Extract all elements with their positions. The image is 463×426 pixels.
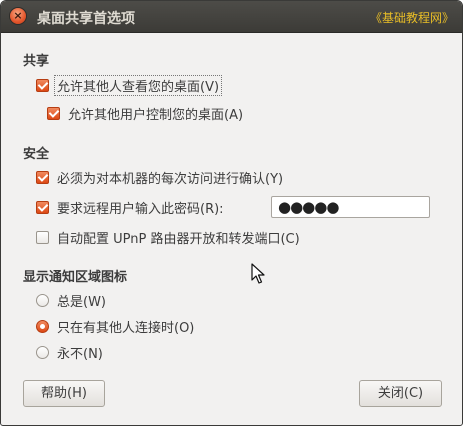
notify-always-radio-row[interactable]: 总是(W)	[36, 290, 106, 310]
notify-connected-radio[interactable]	[36, 319, 49, 333]
require-password-label: 要求远程用户输入此密码(R):	[57, 201, 224, 217]
notify-always-radio[interactable]	[36, 293, 49, 307]
upnp-label: 自动配置 UPnP 路由器开放和转发端口(C)	[57, 231, 300, 247]
window-close-button[interactable]: ×	[10, 8, 26, 24]
password-input[interactable]: ●●●●●	[271, 196, 430, 218]
sharing-heading: 共享	[23, 54, 50, 69]
notify-connected-label: 只在有其他人连接时(O)	[57, 320, 195, 336]
require-password-checkbox-row[interactable]: 要求远程用户输入此密码(R):	[36, 197, 224, 217]
allow-view-label: 允许其他人查看您的桌面(V)	[54, 74, 223, 96]
upnp-checkbox[interactable]	[36, 230, 49, 244]
notification-heading: 显示通知区域图标	[23, 270, 128, 285]
watermark-text: 《基础教程网》	[369, 11, 454, 25]
require-password-checkbox[interactable]	[36, 200, 49, 214]
notify-never-radio-row[interactable]: 永不(N)	[36, 342, 103, 362]
notify-connected-radio-row[interactable]: 只在有其他人连接时(O)	[36, 316, 194, 336]
allow-control-label: 允许其他用户控制您的桌面(A)	[68, 107, 244, 123]
notify-always-label: 总是(W)	[57, 294, 106, 310]
allow-view-checkbox[interactable]	[36, 78, 49, 92]
allow-view-checkbox-row[interactable]: 允许其他人查看您的桌面(V)	[36, 74, 223, 96]
confirm-each-checkbox[interactable]	[36, 170, 49, 184]
title-bar: × 桌面共享首选项 《基础教程网》	[1, 1, 462, 33]
close-button[interactable]: 关闭(C)	[359, 380, 442, 407]
security-heading: 安全	[23, 147, 50, 162]
confirm-each-label: 必须为对本机器的每次访问进行确认(Y)	[57, 171, 284, 187]
notify-never-radio[interactable]	[36, 345, 49, 359]
notify-never-label: 永不(N)	[57, 346, 103, 362]
mouse-pointer-icon	[251, 263, 265, 284]
window-title: 桌面共享首选项	[37, 11, 135, 27]
preferences-window: × 桌面共享首选项 《基础教程网》 共享 允许其他人查看您的桌面(V) 允许其他…	[0, 0, 463, 426]
allow-control-checkbox-row[interactable]: 允许其他用户控制您的桌面(A)	[47, 103, 243, 123]
confirm-each-checkbox-row[interactable]: 必须为对本机器的每次访问进行确认(Y)	[36, 167, 283, 187]
help-button[interactable]: 帮助(H)	[23, 380, 105, 407]
allow-control-checkbox[interactable]	[47, 106, 60, 120]
upnp-checkbox-row[interactable]: 自动配置 UPnP 路由器开放和转发端口(C)	[36, 227, 300, 247]
